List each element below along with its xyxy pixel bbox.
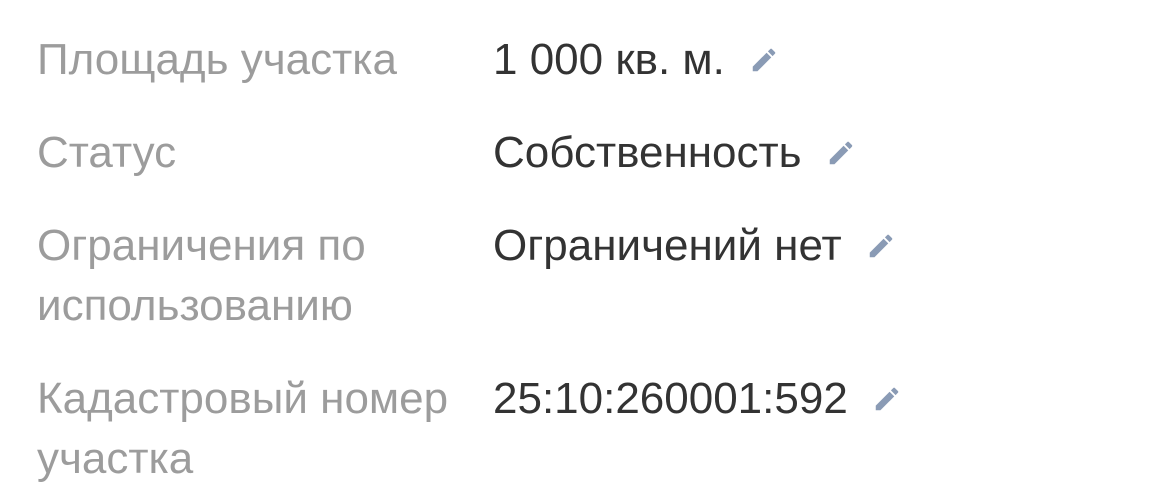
property-label: Статус [37, 128, 177, 177]
property-label: Площадь участка [37, 35, 397, 84]
property-row-cadastral-number: Кадастровый номер участка 25:10:260001:5… [37, 369, 1137, 489]
pencil-icon[interactable] [866, 231, 896, 261]
property-value: 25:10:260001:592 [493, 374, 848, 423]
property-row-status: Статус Собственность [37, 123, 1137, 183]
property-value-cell: Собственность [493, 123, 856, 183]
property-row-restrictions: Ограничения по использованию Ограничений… [37, 216, 1137, 336]
property-value: Собственность [493, 128, 802, 177]
property-value-cell: Ограничений нет [493, 216, 896, 276]
property-value-cell: 25:10:260001:592 [493, 369, 902, 429]
pencil-icon[interactable] [872, 384, 902, 414]
property-value-cell: 1 000 кв. м. [493, 30, 779, 90]
property-value: 1 000 кв. м. [493, 35, 725, 84]
property-row-area: Площадь участка 1 000 кв. м. [37, 30, 1137, 90]
pencil-icon[interactable] [826, 138, 856, 168]
pencil-icon[interactable] [749, 45, 779, 75]
property-label: Ограничения по использованию [37, 221, 366, 330]
property-label: Кадастровый номер участка [37, 374, 449, 483]
property-value: Ограничений нет [493, 221, 842, 270]
property-list: Площадь участка 1 000 кв. м. Статус Собс… [37, 30, 1137, 489]
